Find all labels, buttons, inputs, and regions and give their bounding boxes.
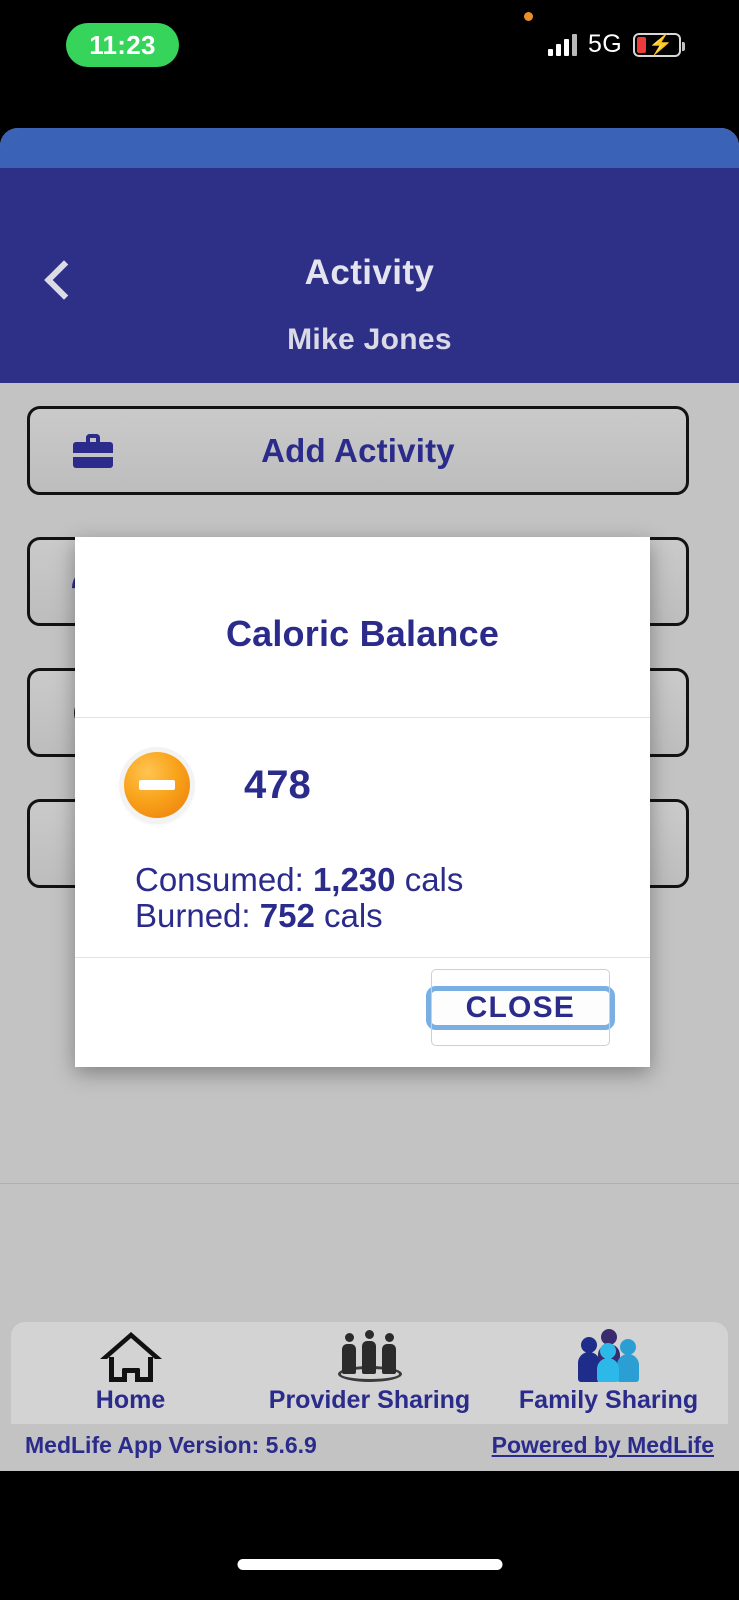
burned-line: Burned: 752 cals — [135, 896, 650, 934]
battery-charging-icon: ⚡ — [633, 32, 685, 57]
status-time: 11:23 — [89, 29, 156, 60]
provider-group-icon — [336, 1330, 404, 1382]
close-button[interactable]: CLOSE — [425, 969, 615, 1047]
caloric-balance-dialog: Caloric Balance 478 Consumed: 1,230 cals — [75, 537, 650, 1068]
consumed-value: 1,230 — [312, 861, 396, 898]
family-group-icon — [576, 1329, 642, 1382]
nav-item-family-sharing[interactable]: Family Sharing — [489, 1322, 728, 1424]
app-container: Activity Mike Jones Add Activity Caloric… — [0, 128, 739, 1471]
network-label: 5G — [588, 30, 622, 58]
bottom-navigation: Home Provider Sharing Family Sharing — [11, 1322, 728, 1424]
burned-label: Burned: — [135, 896, 251, 934]
app-version-label: MedLife App Version: 5.6.9 — [25, 1432, 317, 1458]
dialog-body: 478 Consumed: 1,230 cals Burned: 752 cal… — [75, 718, 650, 957]
status-bar: 11:23 5G ⚡ — [0, 0, 739, 128]
nav-item-provider-sharing-label: Provider Sharing — [268, 1386, 471, 1414]
nav-item-family-sharing-label: Family Sharing — [518, 1386, 699, 1414]
home-indicator[interactable] — [237, 1559, 502, 1570]
consumed-line: Consumed: 1,230 cals — [135, 862, 650, 898]
burned-value: 752 — [259, 896, 315, 934]
balance-value: 478 — [244, 762, 311, 807]
orange-dot-icon — [524, 12, 533, 21]
powered-by-link[interactable]: Powered by MedLife — [492, 1432, 714, 1459]
calorie-details: Consumed: 1,230 cals Burned: 752 cals — [75, 862, 650, 933]
nav-item-home[interactable]: Home — [11, 1322, 250, 1424]
bottom-area: Home Provider Sharing Family Sharing Med… — [0, 1322, 739, 1471]
minus-badge-icon — [124, 752, 190, 818]
status-time-pill: 11:23 — [66, 23, 179, 67]
nav-item-home-label: Home — [95, 1386, 166, 1414]
close-button-label: CLOSE — [430, 969, 610, 1047]
consumed-label: Consumed: — [135, 861, 304, 898]
dialog-title: Caloric Balance — [225, 613, 500, 654]
app-footer: MedLife App Version: 5.6.9 Powered by Me… — [11, 1424, 728, 1471]
dialog-actions: CLOSE — [75, 958, 650, 1067]
modal-overlay: Caloric Balance 478 Consumed: 1,230 cals — [0, 128, 739, 1471]
burned-unit: cals — [324, 896, 383, 934]
status-indicators: 5G ⚡ — [548, 30, 685, 59]
house-icon — [99, 1330, 162, 1382]
consumed-unit: cals — [404, 861, 464, 898]
phone-screen: 11:23 5G ⚡ Activity Mike Jones Add Activ… — [0, 0, 739, 1600]
balance-row: 478 — [75, 752, 650, 818]
nav-item-provider-sharing[interactable]: Provider Sharing — [250, 1322, 489, 1424]
signal-bars-icon — [548, 33, 578, 56]
